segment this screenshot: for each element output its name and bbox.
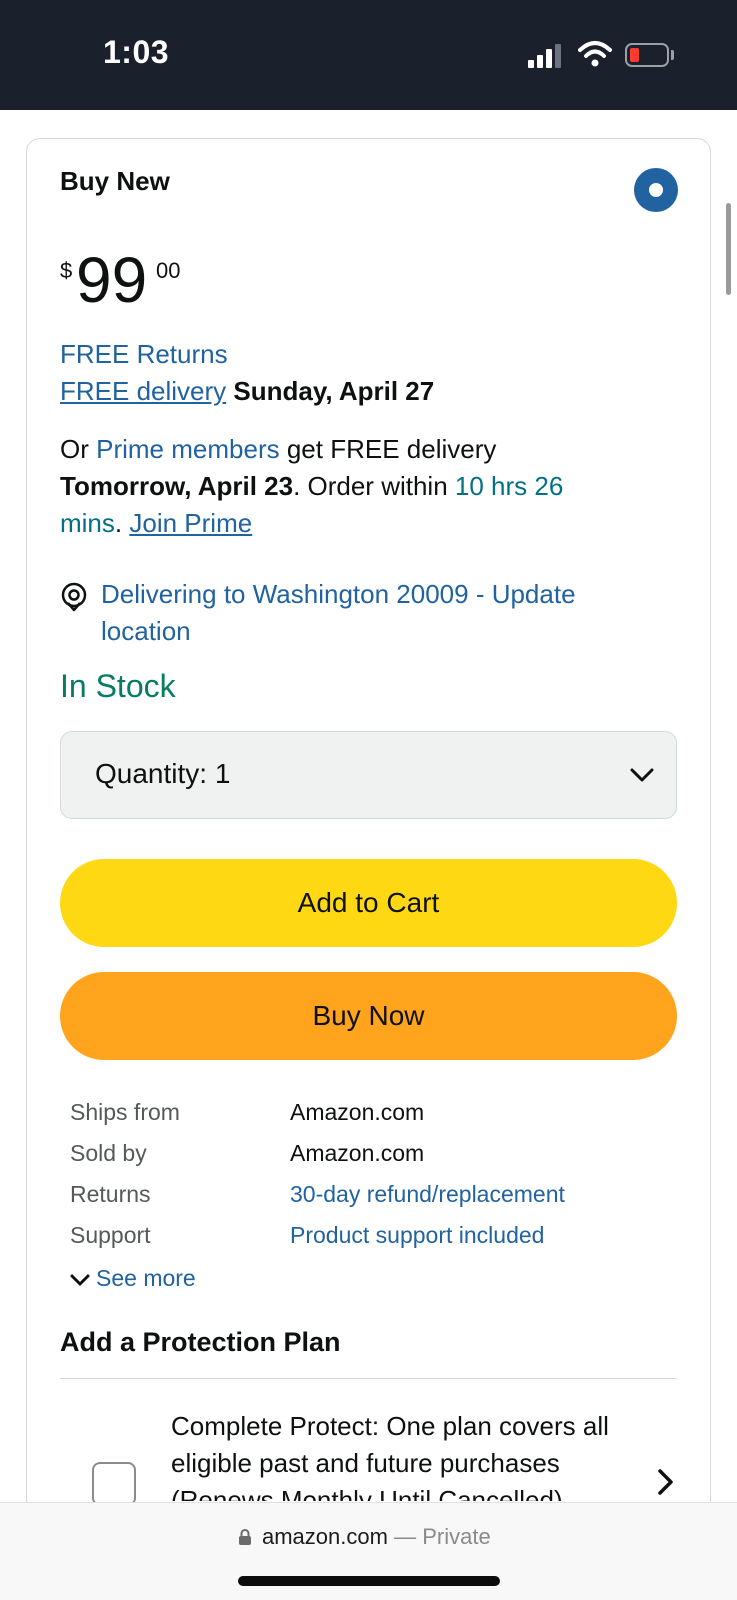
wifi-icon	[578, 41, 612, 67]
add-to-cart-button[interactable]: Add to Cart	[60, 859, 677, 947]
ships-from-row: Ships from Amazon.com	[70, 1099, 424, 1126]
order-within-text: . Order within	[293, 471, 448, 501]
status-time: 1:03	[103, 34, 170, 70]
location-pin-icon	[61, 582, 87, 612]
prime-or-text: Or	[60, 434, 89, 464]
ships-from-label: Ships from	[70, 1099, 180, 1125]
quantity-value: 1	[214, 758, 231, 789]
sold-by-label: Sold by	[70, 1140, 147, 1166]
prime-delivery-date: Tomorrow, April 23	[60, 471, 294, 501]
private-mode-label: Private	[422, 1524, 491, 1549]
sold-by-value: Amazon.com	[290, 1140, 425, 1166]
prime-dot: .	[114, 508, 123, 538]
chevron-down-icon	[70, 1274, 90, 1286]
cellular-signal-icon	[528, 42, 562, 68]
battery-low-icon	[625, 43, 669, 67]
protection-plan-description: Complete Protect: One plan covers all el…	[171, 1411, 609, 1501]
radio-selected-dot	[649, 183, 663, 197]
delivery-location-link[interactable]: Delivering to Washington 20009 - Update …	[101, 576, 576, 650]
buy-new-radio[interactable]	[634, 168, 678, 212]
quantity-label: Quantity:	[95, 758, 208, 789]
lock-icon	[239, 1529, 251, 1545]
price-fraction: 00	[156, 258, 181, 283]
order-countdown-mins: mins	[60, 508, 115, 538]
order-countdown: 10 hrs 26	[454, 471, 564, 501]
buy-now-button[interactable]: Buy Now	[60, 972, 677, 1060]
support-label: Support	[70, 1222, 151, 1248]
protection-plan-checkbox[interactable]	[92, 1462, 136, 1506]
battery-level	[630, 48, 639, 62]
home-indicator[interactable]	[238, 1576, 500, 1586]
free-returns-link[interactable]: FREE Returns	[60, 336, 228, 373]
divider	[60, 1378, 677, 1379]
chevron-right-icon[interactable]	[655, 1467, 677, 1497]
free-delivery-line: FREE delivery Sunday, April 27	[60, 373, 434, 410]
free-delivery-link[interactable]: FREE delivery	[60, 376, 226, 406]
chevron-down-icon	[630, 768, 654, 782]
delivery-location-line2: location	[101, 616, 191, 646]
buy-new-heading: Buy New	[60, 166, 170, 196]
ships-from-value: Amazon.com	[290, 1099, 425, 1125]
price-whole: 99	[76, 244, 148, 316]
returns-row: Returns 30-day refund/replacement	[70, 1181, 565, 1208]
quantity-display: Quantity: 1	[95, 758, 230, 790]
url-separator: —	[394, 1524, 417, 1549]
stock-status: In Stock	[60, 668, 176, 704]
product-support-link[interactable]: Product support included	[290, 1222, 544, 1249]
url-display[interactable]: amazon.com — Private	[262, 1524, 491, 1550]
returns-policy-link[interactable]: 30-day refund/replacement	[290, 1181, 565, 1208]
support-row: Support Product support included	[70, 1222, 544, 1249]
join-prime-link[interactable]: Join Prime	[129, 508, 252, 538]
delivery-location-line1: Delivering to Washington 20009 - Update	[101, 579, 576, 609]
scrollbar-thumb[interactable]	[726, 203, 731, 295]
url-domain: amazon.com	[262, 1524, 388, 1549]
prime-offer-line-2: Tomorrow, April 23. Order within 10 hrs …	[60, 468, 563, 505]
see-more-toggle[interactable]: See more	[70, 1265, 196, 1292]
battery-nub	[671, 50, 674, 60]
prime-members-link[interactable]: Prime members	[96, 434, 279, 464]
prime-offer-text: get FREE delivery	[286, 434, 497, 464]
quantity-select[interactable]: Quantity: 1	[60, 731, 677, 819]
returns-label: Returns	[70, 1181, 151, 1207]
see-more-label: See more	[96, 1265, 196, 1291]
prime-offer-line-3: mins. Join Prime	[60, 505, 252, 542]
price-symbol: $	[60, 258, 73, 283]
protection-plan-title: Add a Protection Plan	[60, 1327, 341, 1357]
free-delivery-date: Sunday, April 27	[233, 376, 435, 406]
prime-offer-line-1: Or Prime members get FREE delivery	[60, 431, 496, 468]
sold-by-row: Sold by Amazon.com	[70, 1140, 424, 1167]
